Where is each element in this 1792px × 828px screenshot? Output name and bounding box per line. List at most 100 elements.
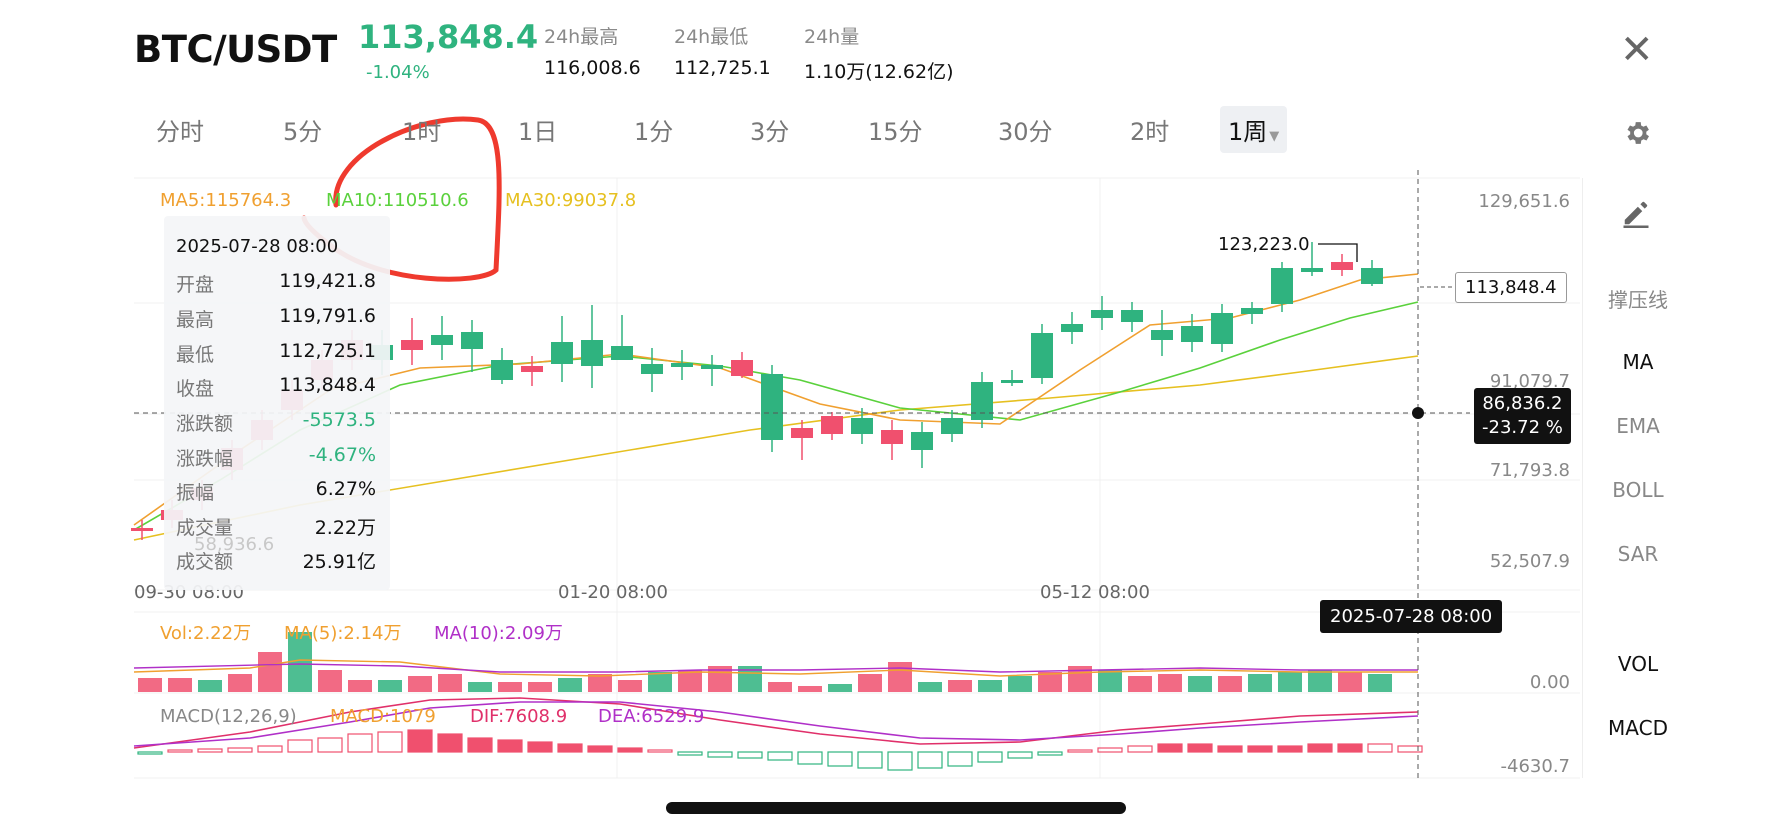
gear-icon[interactable] [1622, 118, 1652, 148]
macd-title: MACD(12,26,9) [160, 706, 297, 727]
candle-body [821, 416, 843, 434]
macd-bar [977, 751, 1003, 763]
macd-value: MACD:1079 [330, 706, 436, 727]
ma5-label: MA5:115764.3 [160, 190, 292, 211]
candle-body [551, 342, 573, 364]
crosshair-dot [1412, 407, 1424, 419]
last-price: 113,848.4 [358, 18, 539, 56]
indicator-boll[interactable]: BOLL [1583, 478, 1693, 502]
candle-body [1301, 268, 1323, 272]
tab-1d[interactable]: 1日 [518, 112, 557, 147]
volume-bar [1128, 676, 1152, 692]
tab-1h[interactable]: 1时 [402, 112, 441, 147]
candle-body [851, 418, 873, 434]
price-axis-label: 52,507.9 [1489, 551, 1570, 572]
tab-3m[interactable]: 3分 [750, 112, 789, 147]
macd-bar [1217, 745, 1243, 753]
macd-bar [197, 748, 223, 753]
candle-body [1331, 262, 1353, 270]
indicator-support-resistance[interactable]: 撑压线 [1583, 284, 1693, 313]
candle-body [1031, 333, 1053, 378]
candle-body [611, 346, 633, 360]
volume-bar [978, 680, 1002, 692]
macd-bar [257, 745, 283, 753]
pencil-icon[interactable] [1620, 198, 1652, 228]
indicator-ema[interactable]: EMA [1583, 414, 1693, 438]
macd-bar [1007, 751, 1033, 759]
macd-bar [587, 745, 613, 753]
volume-bar [918, 682, 942, 692]
macd-histogram [137, 729, 1423, 771]
volume-bar [348, 680, 372, 692]
vol-ma10-label: MA(10):2.09万 [434, 623, 563, 644]
volume-bar [438, 674, 462, 692]
candle-body [491, 360, 513, 380]
candle-body [641, 364, 663, 374]
dif-polyline [133, 697, 1419, 749]
candle-body [1121, 310, 1143, 322]
volume-bar [468, 682, 492, 692]
indicator-panel: 撑压线 MA EMA BOLL SAR VOL MACD [1582, 178, 1692, 778]
volume-bar [888, 662, 912, 692]
dif-value: DIF:7608.9 [470, 706, 568, 727]
candle-body [1061, 324, 1083, 332]
volume-bar [318, 670, 342, 692]
indicator-vol[interactable]: VOL [1583, 652, 1693, 676]
tab-30m[interactable]: 30分 [998, 112, 1053, 147]
candle-body [701, 365, 723, 369]
macd-bar [1157, 743, 1183, 753]
candle-body [461, 332, 483, 349]
crosshair-date-badge: 2025-07-28 08:00 [1320, 600, 1503, 633]
tab-2h[interactable]: 2时 [1130, 112, 1169, 147]
macd-bar [527, 741, 553, 753]
volume-bar [1188, 676, 1212, 692]
volume-bar [1008, 676, 1032, 692]
candle-body [1271, 268, 1293, 304]
macd-bar [767, 751, 793, 761]
macd-bar [707, 751, 733, 758]
macd-bar [1097, 747, 1123, 753]
dea-value: DEA:6529.9 [598, 706, 705, 727]
macd-bar [497, 739, 523, 753]
candle-body [401, 340, 423, 350]
price-axis-label: 129,651.6 [1478, 191, 1570, 212]
macd-bar [1277, 745, 1303, 753]
candle-body [671, 363, 693, 367]
volume-bar [528, 682, 552, 692]
candle-body [1181, 326, 1203, 342]
volume-bar [768, 682, 792, 692]
volume-bar [648, 672, 672, 692]
macd-bar [617, 747, 643, 753]
macd-bar [167, 749, 193, 753]
volume-bar [858, 674, 882, 692]
macd-axis-label: -4630.7 [1500, 756, 1570, 777]
home-indicator [666, 802, 1126, 814]
candle-body [911, 432, 933, 450]
tab-5m[interactable]: 5分 [283, 112, 322, 147]
candle-body [941, 418, 963, 434]
candle-body [971, 382, 993, 420]
vol-label: Vol:2.22万 [160, 623, 252, 644]
volume-bar [1278, 672, 1302, 692]
dea-polyline [133, 701, 1419, 747]
macd-bar [1187, 743, 1213, 753]
indicator-macd[interactable]: MACD [1583, 716, 1693, 740]
tab-15m[interactable]: 15分 [868, 112, 923, 147]
macd-bar [287, 739, 313, 753]
volume-bar [168, 678, 192, 692]
indicator-sar[interactable]: SAR [1583, 542, 1693, 566]
candle-body [581, 340, 603, 366]
macd-bar [1037, 751, 1063, 756]
macd-bar [1247, 745, 1273, 753]
candle-body [1361, 268, 1383, 284]
tab-1w[interactable]: 1周 ▼ [1220, 106, 1288, 153]
indicator-ma[interactable]: MA [1583, 350, 1693, 374]
close-icon[interactable]: ✕ [1620, 30, 1654, 70]
macd-bar [917, 751, 943, 769]
candle-info-panel: 2025-07-28 08:00 开盘 119,421.8 最高 119,791.6… [164, 216, 390, 590]
candle-body [761, 374, 783, 440]
macd-lines [133, 697, 1419, 749]
volume-bar [1368, 674, 1392, 692]
tab-fenshi[interactable]: 分时 [156, 112, 204, 147]
tab-1m[interactable]: 1分 [634, 112, 673, 147]
